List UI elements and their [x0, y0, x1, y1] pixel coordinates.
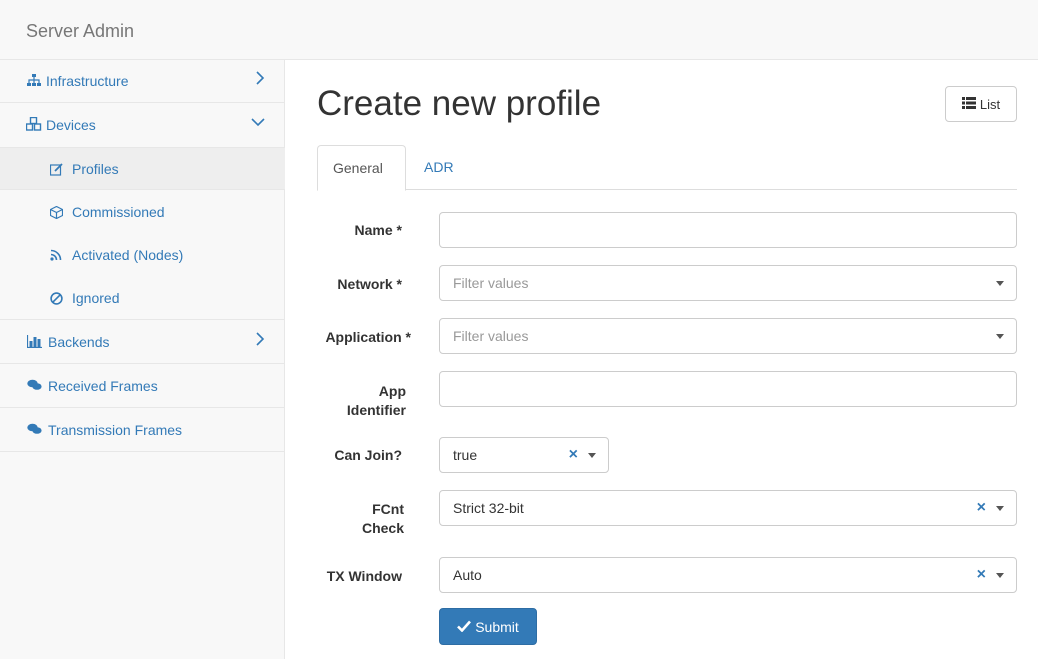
top-navbar: Server Admin [0, 0, 1038, 60]
sidebar-item-infrastructure[interactable]: Infrastructure [0, 60, 285, 103]
sidebar-subitem-label: Profiles [72, 161, 119, 177]
tx-window-label: TX Window [326, 568, 402, 584]
sidebar-subitem-ignored[interactable]: Ignored [0, 277, 285, 320]
page-title: Create new profile [317, 84, 602, 123]
clear-icon[interactable]: × [569, 446, 578, 464]
sidebar: Infrastructure Devices Profiles Commissi… [0, 60, 285, 659]
tab-general[interactable]: General [317, 145, 406, 191]
caret-down-icon[interactable] [996, 506, 1004, 511]
sidebar-item-label: Backends [48, 334, 110, 350]
sidebar-item-label: Received Frames [48, 378, 158, 394]
chevron-right-icon [255, 332, 265, 351]
tx-window-value: Auto [453, 567, 482, 583]
caret-down-icon[interactable] [588, 453, 596, 458]
sidebar-subitem-profiles[interactable]: Profiles [0, 147, 285, 190]
sidebar-item-label: Devices [46, 117, 96, 133]
chevron-right-icon [255, 71, 265, 90]
can-join-value: true [453, 447, 478, 463]
cube-icon [48, 204, 64, 220]
can-join-select[interactable]: true × [439, 437, 609, 473]
bar-chart-icon [26, 333, 42, 349]
list-button[interactable]: List [945, 86, 1017, 122]
clear-icon[interactable]: × [977, 566, 986, 584]
comments-icon [26, 421, 42, 437]
chevron-down-icon [251, 115, 265, 134]
sidebar-subitem-label: Ignored [72, 290, 120, 306]
ban-icon [48, 290, 64, 306]
tabs: General ADR [317, 145, 1017, 191]
name-input[interactable] [439, 212, 1017, 248]
application-select[interactable]: Filter values [439, 318, 1017, 354]
submit-label: Submit [475, 618, 519, 635]
submit-button[interactable]: Submit [439, 608, 537, 645]
sidebar-item-transmission-frames[interactable]: Transmission Frames [0, 409, 285, 452]
name-label: Name * [354, 222, 402, 238]
can-join-label: Can Join? [334, 447, 402, 463]
list-button-label: List [979, 96, 1001, 112]
network-label: Network * [337, 276, 402, 292]
sidebar-item-label: Transmission Frames [48, 422, 183, 438]
fcnt-check-value: Strict 32-bit [453, 500, 524, 516]
application-placeholder: Filter values [453, 328, 529, 344]
rss-icon [48, 247, 64, 263]
sitemap-icon [26, 72, 42, 88]
fcnt-check-select[interactable]: Strict 32-bit × [439, 490, 1017, 526]
edit-icon [48, 161, 64, 177]
brand-title[interactable]: Server Admin [26, 21, 134, 42]
list-icon [961, 96, 976, 112]
tab-adr[interactable]: ADR [409, 145, 469, 190]
sidebar-item-received-frames[interactable]: Received Frames [0, 365, 285, 408]
network-select[interactable]: Filter values [439, 265, 1017, 301]
fcnt-check-label: FCnt Check [361, 501, 404, 536]
caret-down-icon[interactable] [996, 334, 1004, 339]
app-identifier-input[interactable] [439, 371, 1017, 407]
application-label: Application * [325, 329, 411, 345]
cubes-icon [26, 116, 42, 132]
network-placeholder: Filter values [453, 275, 529, 291]
caret-down-icon[interactable] [996, 573, 1004, 578]
sidebar-item-label: Infrastructure [46, 73, 129, 89]
caret-down-icon[interactable] [996, 281, 1004, 286]
sidebar-subitem-label: Commissioned [72, 204, 165, 220]
sidebar-item-devices[interactable]: Devices [0, 104, 285, 147]
sidebar-item-backends[interactable]: Backends [0, 321, 285, 364]
comments-icon [26, 377, 42, 393]
clear-icon[interactable]: × [977, 499, 986, 517]
checkmark-icon [457, 619, 472, 635]
sidebar-subitem-label: Activated (Nodes) [72, 247, 184, 263]
app-identifier-label: App Identifier [346, 383, 406, 418]
sidebar-subitem-activated-nodes[interactable]: Activated (Nodes) [0, 234, 285, 277]
tx-window-select[interactable]: Auto × [439, 557, 1017, 593]
sidebar-subitem-commissioned[interactable]: Commissioned [0, 191, 285, 234]
